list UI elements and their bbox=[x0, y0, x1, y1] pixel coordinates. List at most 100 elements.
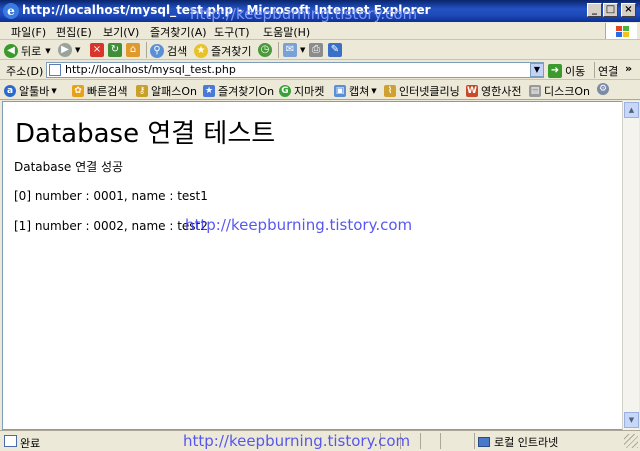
chevron-down-icon: ▼ bbox=[45, 47, 51, 55]
page-heading: Database 연결 테스트 bbox=[15, 119, 276, 149]
stop-button[interactable]: × bbox=[90, 43, 107, 57]
search-button[interactable]: ⚲ 검색 bbox=[150, 43, 187, 59]
refresh-button[interactable]: ↻ bbox=[108, 43, 125, 57]
address-input[interactable]: http://localhost/mysql_test.php bbox=[46, 62, 544, 78]
alpass-link[interactable]: ⚷ 알패스On bbox=[136, 83, 197, 99]
chevron-down-icon: ▼ bbox=[51, 87, 57, 95]
menu-view[interactable]: 보기(V) bbox=[103, 24, 139, 40]
watermark-text: http://keepburning.tistory.com bbox=[185, 216, 413, 234]
menu-edit[interactable]: 편집(E) bbox=[56, 24, 92, 40]
capture-icon: ▣ bbox=[334, 85, 346, 97]
quicksearch-link[interactable]: ✿ 빠른검색 bbox=[72, 83, 127, 99]
search-icon: ⚲ bbox=[150, 44, 164, 58]
dictionary-icon: W bbox=[466, 85, 478, 97]
status-divider bbox=[474, 433, 475, 449]
alpass-label: 알패스On bbox=[151, 85, 197, 98]
page-done-icon bbox=[4, 435, 17, 447]
history-button[interactable]: ◷ bbox=[258, 43, 275, 57]
broom-icon: ⌇ bbox=[384, 85, 396, 97]
ie-window: { "window": { "title": "http://localhost… bbox=[0, 0, 640, 451]
diskon-link[interactable]: ▤ 디스크On bbox=[529, 83, 590, 99]
search-label: 검색 bbox=[167, 45, 188, 58]
links-label[interactable]: 연결 bbox=[598, 63, 618, 79]
capture-label: 캡쳐 bbox=[349, 85, 370, 98]
toolbar-divider bbox=[278, 42, 279, 58]
gmarket-link[interactable]: G 지마켓 bbox=[279, 83, 324, 99]
scroll-down-button[interactable]: ▼ bbox=[624, 412, 639, 428]
dictionary-link[interactable]: W 영한사전 bbox=[466, 83, 521, 99]
butterfly-icon: ✿ bbox=[72, 85, 84, 97]
capture-button[interactable]: ▣ 캡쳐 ▼ bbox=[334, 83, 377, 99]
intranet-icon bbox=[478, 437, 490, 447]
menu-tools[interactable]: 도구(T) bbox=[214, 24, 250, 40]
gear-icon: ⚙ bbox=[597, 83, 609, 95]
resize-grip[interactable] bbox=[624, 434, 638, 448]
menu-file[interactable]: 파일(F) bbox=[11, 24, 46, 40]
mail-icon: ✉ bbox=[283, 43, 297, 57]
scroll-up-button[interactable]: ▲ bbox=[624, 102, 639, 118]
menu-favorites[interactable]: 즐겨찾기(A) bbox=[150, 24, 207, 40]
toolbar-divider bbox=[146, 42, 147, 58]
address-divider bbox=[594, 62, 595, 78]
watermark-text: http://keepburning.tistory.com bbox=[183, 432, 411, 450]
key-icon: ⚷ bbox=[136, 85, 148, 97]
minimize-button[interactable]: _ bbox=[587, 3, 602, 17]
mail-button[interactable]: ✉ ▼ bbox=[283, 43, 305, 57]
standard-toolbar: ◀ 뒤로 ▼ ▶ ▼ × ↻ ⌂ ⚲ 검색 ★ 즐겨찾기 ◷ ✉ ▼ ⎙ ✎ bbox=[0, 40, 640, 60]
result-row: [1] number : 0002, name : test2 bbox=[14, 219, 208, 233]
stop-icon: × bbox=[90, 43, 104, 57]
address-value: http://localhost/mysql_test.php bbox=[65, 63, 236, 76]
zone-label: 로컬 인트라넷 bbox=[494, 436, 559, 449]
more-chevron-icon[interactable]: » bbox=[625, 62, 632, 75]
go-button[interactable]: ➜ 이동 bbox=[548, 63, 585, 79]
star-icon: ★ bbox=[194, 44, 208, 58]
back-button[interactable]: ◀ 뒤로 ▼ bbox=[4, 43, 51, 59]
home-button[interactable]: ⌂ bbox=[126, 43, 143, 57]
dictionary-label: 영한사전 bbox=[481, 85, 522, 98]
address-dropdown-button[interactable]: ▼ bbox=[530, 63, 544, 77]
close-button[interactable]: × bbox=[621, 3, 636, 17]
cleaning-link[interactable]: ⌇ 인터넷클리닝 bbox=[384, 83, 460, 99]
favorites-button[interactable]: ★ 즐겨찾기 bbox=[194, 43, 251, 59]
forward-button[interactable]: ▶ ▼ bbox=[58, 43, 80, 57]
address-bar: 주소(D) http://localhost/mysql_test.php ▼ … bbox=[0, 60, 640, 80]
status-divider bbox=[420, 433, 421, 449]
chevron-down-icon: ▼ bbox=[75, 46, 81, 54]
alltoolbar-button[interactable]: a 알툴바 ▼ bbox=[4, 83, 57, 99]
menu-help[interactable]: 도움말(H) bbox=[263, 24, 310, 40]
gmarket-icon: G bbox=[279, 85, 291, 97]
gmarket-label: 지마켓 bbox=[294, 85, 325, 98]
page-viewport: Database 연결 테스트 Database 연결 성공 [0] numbe… bbox=[2, 101, 622, 430]
security-zone[interactable]: 로컬 인트라넷 bbox=[478, 434, 558, 450]
refresh-icon: ↻ bbox=[108, 43, 122, 57]
page-icon bbox=[49, 64, 61, 76]
favon-label: 즐겨찾기On bbox=[218, 85, 275, 98]
menu-bar: 파일(F) 편집(E) 보기(V) 즐겨찾기(A) 도구(T) 도움말(H) bbox=[0, 22, 640, 40]
home-icon: ⌂ bbox=[126, 43, 140, 57]
result-row: [0] number : 0001, name : test1 bbox=[14, 189, 208, 203]
print-icon: ⎙ bbox=[309, 43, 323, 57]
cleaning-label: 인터넷클리닝 bbox=[399, 85, 460, 98]
maximize-button[interactable]: □ bbox=[603, 3, 618, 17]
edit-button[interactable]: ✎ bbox=[328, 43, 345, 57]
back-label: 뒤로 bbox=[21, 45, 42, 58]
options-button[interactable]: ⚙ bbox=[597, 83, 612, 95]
go-arrow-icon: ➜ bbox=[548, 64, 562, 78]
go-label: 이동 bbox=[565, 65, 586, 78]
disk-icon: ▤ bbox=[529, 85, 541, 97]
history-icon: ◷ bbox=[258, 43, 272, 57]
status-text: 완료 bbox=[20, 437, 41, 450]
back-arrow-icon: ◀ bbox=[4, 44, 18, 58]
ie-logo-icon: e bbox=[3, 3, 19, 19]
vertical-scrollbar[interactable]: ▲ ▼ bbox=[622, 101, 639, 430]
windows-flag-icon bbox=[605, 23, 637, 39]
favorites-label: 즐겨찾기 bbox=[211, 45, 252, 58]
links-toolbar: a 알툴바 ▼ ✿ 빠른검색 ⚷ 알패스On ★ 즐겨찾기On G 지마켓 ▣ … bbox=[0, 80, 640, 100]
address-label: 주소(D) bbox=[6, 65, 44, 78]
quicksearch-label: 빠른검색 bbox=[87, 85, 128, 98]
forward-arrow-icon: ▶ bbox=[58, 43, 72, 57]
print-button[interactable]: ⎙ bbox=[309, 43, 326, 57]
alltoolbar-label: 알툴바 bbox=[19, 85, 50, 98]
favon-link[interactable]: ★ 즐겨찾기On bbox=[203, 83, 274, 99]
diskon-label: 디스크On bbox=[544, 85, 590, 98]
